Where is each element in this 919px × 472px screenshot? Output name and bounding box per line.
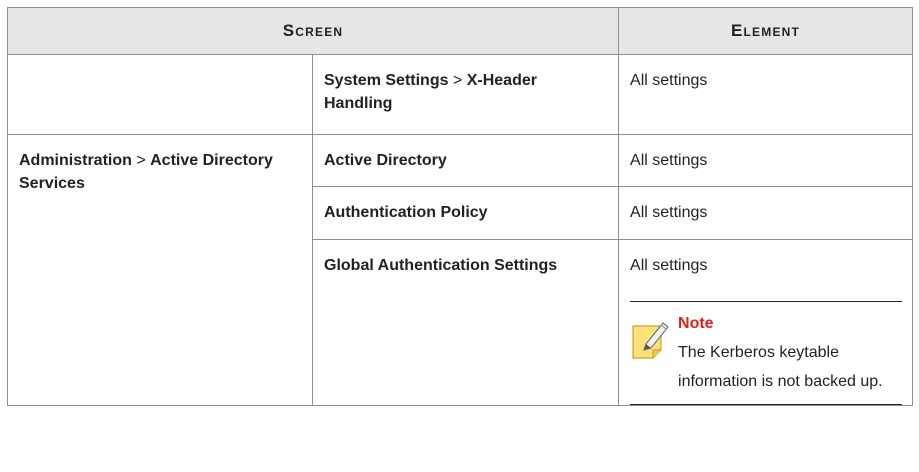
element-cell: All settings Note The Kerberos keytable … [618, 239, 914, 406]
empty-cell [7, 54, 313, 135]
note-box: Note The Kerberos keytable information i… [630, 301, 903, 405]
group-label-sep: > [131, 152, 151, 169]
element-cell: All settings [618, 54, 914, 135]
group-cell: Administration > Active Directory Servic… [7, 134, 313, 406]
group-label-main: Administration [19, 152, 132, 169]
header-screen: Screen [6, 7, 620, 55]
table-row: System Settings > X-Header Handling All … [7, 54, 914, 135]
note-pencil-icon [630, 312, 678, 396]
header-element: Element [618, 7, 914, 55]
element-cell: All settings [618, 134, 914, 187]
note-text: The Kerberos keytable information is not… [678, 344, 883, 390]
screen-label-main: System Settings [324, 72, 449, 89]
element-text: All settings [630, 257, 708, 274]
screen-cell: Active Directory [311, 134, 620, 187]
element-cell: All settings [618, 186, 914, 240]
screen-cell: System Settings > X-Header Handling [311, 54, 620, 135]
screen-cell: Global Authentication Settings [311, 239, 620, 406]
settings-table: Screen Element System Settings > X-Heade… [6, 7, 914, 406]
table-header-row: Screen Element [6, 7, 914, 55]
note-title: Note [678, 315, 714, 332]
screen-cell: Authentication Policy [311, 186, 620, 240]
screen-label-sep: > [448, 72, 467, 89]
table-row: Administration > Active Directory Servic… [7, 134, 914, 406]
